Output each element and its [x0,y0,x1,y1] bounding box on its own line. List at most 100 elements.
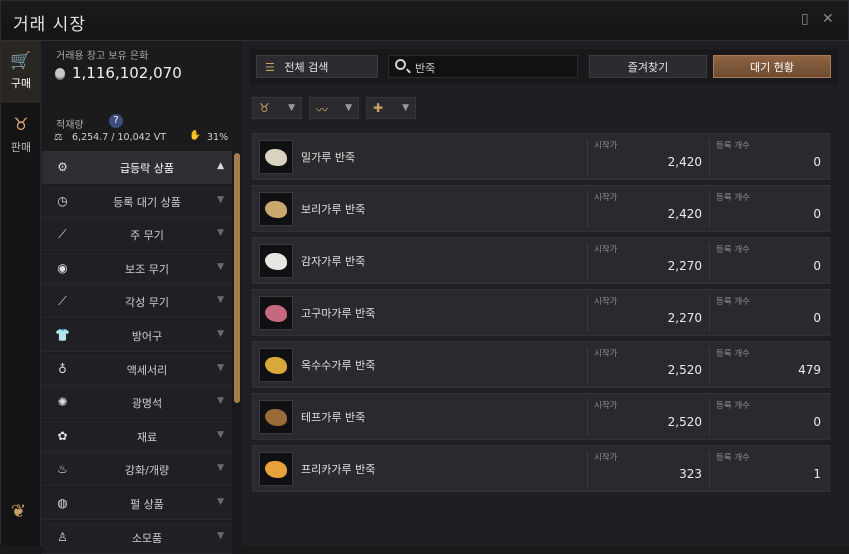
category-item[interactable]: ♨ 강화/개량 ▼ [42,453,232,487]
item-row[interactable]: 프리카가루 반죽 시작가 323 등록 개수 1 [252,445,830,492]
count-header: 등록 개수 [716,297,750,307]
item-count: 0 [813,155,821,169]
count-header: 등록 개수 [716,193,750,203]
category-item[interactable]: ⚙ 급등락 상품 ▲ [42,151,232,184]
item-thumbnail [259,348,293,382]
column-divider [587,295,588,331]
count-header: 등록 개수 [716,349,750,359]
column-divider [587,451,588,487]
money-bag-icon: ♉ [13,115,29,135]
item-count: 0 [813,207,821,221]
price-header: 시작가 [594,453,618,463]
all-search-dropdown[interactable]: ☰ 전체 검색 [256,55,378,78]
price-header: 시작가 [594,297,618,307]
category-item[interactable]: ✺ 광명석 ▼ [42,386,232,420]
crystal-icon: ✺ [57,395,68,410]
armor-icon: 👕 [55,328,70,342]
tab-buy-label: 구매 [10,77,32,90]
silver-coin-icon [55,68,65,78]
mobile-icon[interactable]: ▯ [801,11,809,27]
category-item[interactable]: ✿ 재료 ▼ [42,419,232,453]
item-price: 2,270 [667,259,702,273]
filter-plus[interactable]: ✚ ▼ [366,97,416,119]
item-row[interactable]: 감자가루 반죽 시작가 2,270 등록 개수 0 [252,237,830,284]
title-bar: 거래 시장 ▯ ✕ [1,1,848,41]
category-label: 등록 대기 상품 [113,195,181,209]
item-count: 1 [813,467,821,481]
chevron-down-icon: ▼ [217,295,224,306]
category-item[interactable]: ⟋ 각성 무기 ▼ [42,285,232,319]
chevron-down-icon: ▼ [217,194,224,205]
item-row[interactable]: 밀가루 반죽 시작가 2,420 등록 개수 0 [252,133,830,180]
tab-sell-label: 판매 [10,141,32,154]
item-price: 2,520 [667,415,702,429]
cart-icon: 🛒 [10,51,32,71]
trend-icon: 〰 [316,103,329,117]
close-icon[interactable]: ✕ [822,11,834,27]
help-icon[interactable]: ? [109,114,123,128]
category-item[interactable]: ◉ 보조 무기 ▼ [42,251,232,285]
plus-icon: ✚ [373,101,384,115]
gear-icon: ⚙ [57,160,68,174]
chevron-down-icon: ▼ [217,362,224,373]
tab-sell[interactable]: ♉ 판매 [1,105,41,167]
chevron-up-icon: ▲ [217,161,224,171]
item-row[interactable]: 고구마가루 반죽 시작가 2,270 등록 개수 0 [252,289,830,336]
search-input[interactable]: 반죽 [388,55,578,78]
item-row[interactable]: 테프가루 반죽 시작가 2,520 등록 개수 0 [252,393,830,440]
price-header: 시작가 [594,245,618,255]
item-thumbnail [259,452,293,486]
category-item[interactable]: ♁ 액세서리 ▼ [42,352,232,386]
column-divider [709,191,710,227]
filter-bag[interactable]: ♉ ▼ [252,97,302,119]
chevron-down-icon: ▼ [288,103,295,113]
silver-label: 거래용 창고 보유 은화 [56,51,149,62]
dough-icon [265,409,287,426]
item-price: 323 [679,467,702,481]
column-divider [709,399,710,435]
category-label: 보조 무기 [125,262,169,276]
item-row[interactable]: 옥수수가루 반죽 시작가 2,520 등록 개수 479 [252,341,830,388]
item-name: 고구마가루 반죽 [301,307,376,320]
item-thumbnail [259,140,293,174]
category-item[interactable]: ◍ 펄 상품 ▼ [42,487,232,520]
column-divider [587,139,588,175]
item-name: 프리카가루 반죽 [301,463,376,476]
category-label: 급등락 상품 [119,162,175,175]
tree-icon[interactable]: ❦ [11,501,26,522]
tab-buy[interactable]: 🛒 구매 [1,41,41,103]
item-count: 0 [813,259,821,273]
filter-trend[interactable]: 〰 ▼ [309,97,359,119]
item-name: 옥수수가루 반죽 [301,359,376,372]
item-count: 0 [813,415,821,429]
chevron-down-icon: ▼ [217,329,224,339]
hand-icon: ✋ [189,130,201,141]
chevron-down-icon: ▼ [217,463,224,474]
column-divider [709,295,710,331]
chevron-down-icon: ▼ [217,396,224,407]
item-name: 보리가루 반죽 [301,203,366,216]
category-label: 재료 [136,430,158,444]
item-thumbnail [259,244,293,278]
price-header: 시작가 [594,401,618,411]
item-price: 2,520 [667,363,702,377]
count-header: 등록 개수 [716,141,750,151]
item-name: 감자가루 반죽 [301,255,366,268]
awakening-weapon-icon: ⟋ [58,294,67,309]
category-item[interactable]: ⟋ 주 무기 ▼ [42,218,232,252]
item-row[interactable]: 보리가루 반죽 시작가 2,420 등록 개수 0 [252,185,830,232]
bag-icon: ♉ [259,101,270,115]
category-item[interactable]: ◷ 등록 대기 상품 ▼ [42,184,232,218]
category-label: 소모품 [131,531,163,545]
category-label: 방어구 [131,330,163,343]
waitlist-button[interactable]: 대기 현황 [713,55,831,78]
category-item[interactable]: 👕 방어구 ▼ [42,319,232,352]
dough-icon [265,357,287,374]
chevron-down-icon: ▼ [217,530,224,541]
all-search-label: 전체 검색 [284,61,329,74]
category-label: 펄 상품 [130,498,164,511]
category-item[interactable]: ♙ 소모품 ▼ [42,520,232,554]
category-scrollbar[interactable] [234,153,240,403]
favorites-button[interactable]: 즐겨찾기 [589,55,707,78]
mode-tab-rail: 🛒 구매 ♉ 판매 ❦ [1,41,41,546]
